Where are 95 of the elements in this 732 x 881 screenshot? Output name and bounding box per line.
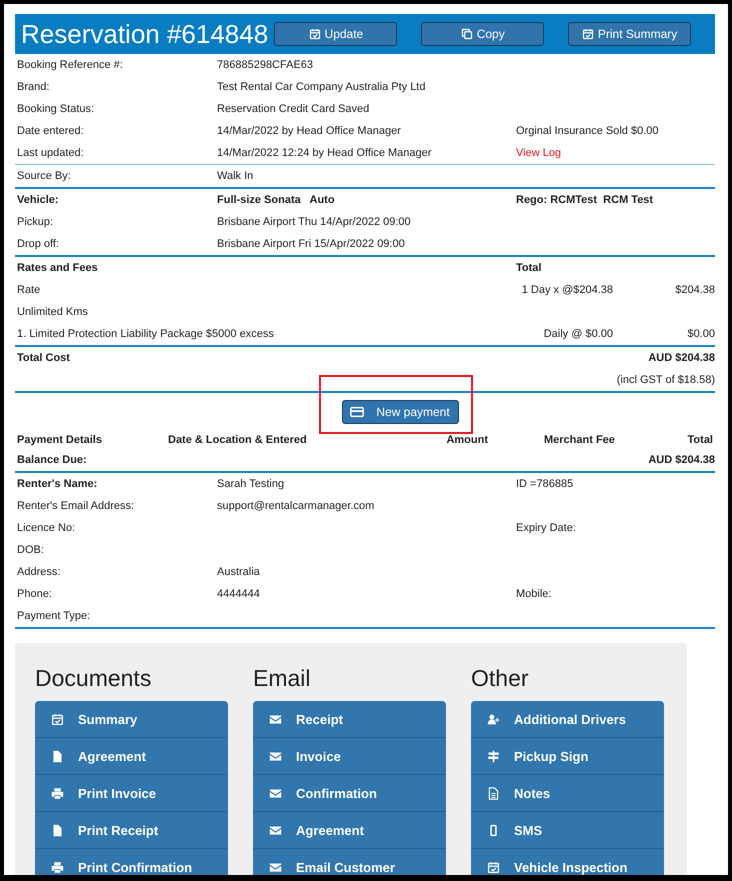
field-label: Renter's Email Address: xyxy=(17,500,136,512)
credit-card-icon xyxy=(350,405,364,419)
field-value: 786885298CFAE63 xyxy=(217,59,314,71)
field-label: Address: xyxy=(17,566,62,578)
envelope-icon xyxy=(269,860,282,874)
field-label: Renter's Name: xyxy=(17,478,98,490)
total-amount: (incl GST of $18.58) xyxy=(616,374,716,386)
column-header: Date & Location & Entered xyxy=(168,434,308,446)
copy-icon xyxy=(460,28,473,40)
field-label: DOB: xyxy=(17,544,45,556)
menu-item[interactable]: Print Confirmation xyxy=(35,849,228,875)
field-value: 4444444 xyxy=(217,588,261,600)
envelope-icon xyxy=(269,750,282,762)
field-value: Reservation Credit Card Saved xyxy=(217,103,370,115)
menu-item[interactable]: Print Invoice xyxy=(35,775,228,812)
printer-icon xyxy=(51,786,64,800)
file-icon xyxy=(51,824,64,836)
menu-item[interactable]: Invoice xyxy=(253,738,446,775)
menu-item[interactable]: Vehicle Inspection xyxy=(471,849,664,875)
calendar-check-icon xyxy=(582,28,594,40)
toolbar-button[interactable]: Update xyxy=(274,22,398,46)
document-icon xyxy=(487,786,500,800)
field-label: Source By: xyxy=(17,170,72,182)
fee-label: Rate xyxy=(17,284,42,296)
field-value: Total xyxy=(516,262,542,274)
fee-amount: $0.00 xyxy=(686,328,716,340)
printer-icon xyxy=(51,860,64,874)
field-value: Expiry Date: xyxy=(516,522,577,534)
field-label: Rates and Fees xyxy=(17,262,99,274)
field-value: Test Rental Car Company Australia Pty Ltd xyxy=(217,81,426,93)
column-header: Total xyxy=(686,434,714,446)
menu-item[interactable]: SMS xyxy=(471,812,664,849)
field-value: Brisbane Airport Thu 14/Apr/2022 09:00 xyxy=(217,216,412,228)
fee-rate: Daily @ $0.00 xyxy=(542,328,613,340)
toolbar-button[interactable]: Copy xyxy=(421,22,544,46)
total-label: Balance Due: xyxy=(17,454,88,466)
panel-heading: Email xyxy=(253,665,312,692)
field-value: Mobile: xyxy=(516,588,552,600)
field-value: Full-size Sonata Auto xyxy=(217,194,336,206)
field-value: 14/Mar/2022 by Head Office Manager xyxy=(217,125,402,137)
envelope-icon xyxy=(269,712,282,726)
new-payment-button[interactable]: New payment xyxy=(342,400,458,424)
panel-heading: Other xyxy=(471,665,530,692)
toolbar-button[interactable]: Print Summary xyxy=(568,22,691,46)
menu-item[interactable]: Agreement xyxy=(35,738,228,775)
fee-rate: 1 Day x @$204.38 xyxy=(520,284,613,296)
field-value: Australia xyxy=(217,566,261,578)
signpost-icon xyxy=(487,750,500,762)
column-header: Amount xyxy=(445,434,488,446)
menu-item[interactable]: Summary xyxy=(35,701,228,738)
page-title: Reservation #614848 xyxy=(21,18,270,50)
column-header: Payment Details xyxy=(17,434,103,446)
calendar-check-icon xyxy=(51,712,64,726)
field-value: 14/Mar/2022 12:24 by Head Office Manager xyxy=(217,147,432,159)
user-plus-icon xyxy=(487,712,500,726)
envelope-icon xyxy=(269,824,282,836)
fee-amount: $204.38 xyxy=(674,284,716,296)
field-label: Booking Status: xyxy=(17,103,96,115)
view-log-link[interactable]: View Log xyxy=(516,147,562,159)
envelope-icon xyxy=(269,786,282,800)
menu-item[interactable]: Receipt xyxy=(253,701,446,738)
field-label: Brand: xyxy=(17,81,50,93)
menu-item[interactable]: Pickup Sign xyxy=(471,738,664,775)
calendar-check-icon xyxy=(308,28,321,40)
field-label: Booking Reference #: xyxy=(17,59,124,71)
menu-item[interactable]: Print Receipt xyxy=(35,812,228,849)
field-label: Last updated: xyxy=(17,147,85,159)
field-label: Payment Type: xyxy=(17,610,92,622)
column-header: Merchant Fee xyxy=(543,434,615,446)
menu-item[interactable]: Additional Drivers xyxy=(471,701,664,738)
field-value: Sarah Testing xyxy=(217,478,286,490)
field-value: Walk In xyxy=(217,170,254,182)
field-value: Brisbane Airport Fri 15/Apr/2022 09:00 xyxy=(217,238,406,250)
field-label: Pickup: xyxy=(17,216,54,228)
field-label: Drop off: xyxy=(17,238,60,250)
fee-label: 1. Limited Protection Liability Package $5000 excess xyxy=(17,328,275,340)
menu-item[interactable]: Confirmation xyxy=(253,775,446,812)
total-amount: AUD $204.38 xyxy=(647,352,716,364)
menu-item[interactable]: Agreement xyxy=(253,812,446,849)
calendar-check-icon xyxy=(487,860,500,874)
total-amount: AUD $204.38 xyxy=(647,454,716,466)
menu-item[interactable]: Email Customer xyxy=(253,849,446,875)
field-value: Orginal Insurance Sold $0.00 xyxy=(516,125,660,137)
menu-item[interactable]: Notes xyxy=(471,775,664,812)
panel-heading: Documents xyxy=(35,665,152,692)
field-value: ID =786885 xyxy=(516,478,574,490)
fee-label: Unlimited Kms xyxy=(17,306,89,318)
field-label: Date entered: xyxy=(17,125,85,137)
field-label: Vehicle: xyxy=(17,194,60,206)
file-icon xyxy=(51,750,64,762)
total-label: Total Cost xyxy=(17,352,71,364)
field-label: Licence No: xyxy=(17,522,76,534)
field-value: Rego: RCMTest RCM Test xyxy=(516,194,654,206)
field-value: support@rentalcarmanager.com xyxy=(217,500,376,512)
field-label: Phone: xyxy=(17,588,53,600)
